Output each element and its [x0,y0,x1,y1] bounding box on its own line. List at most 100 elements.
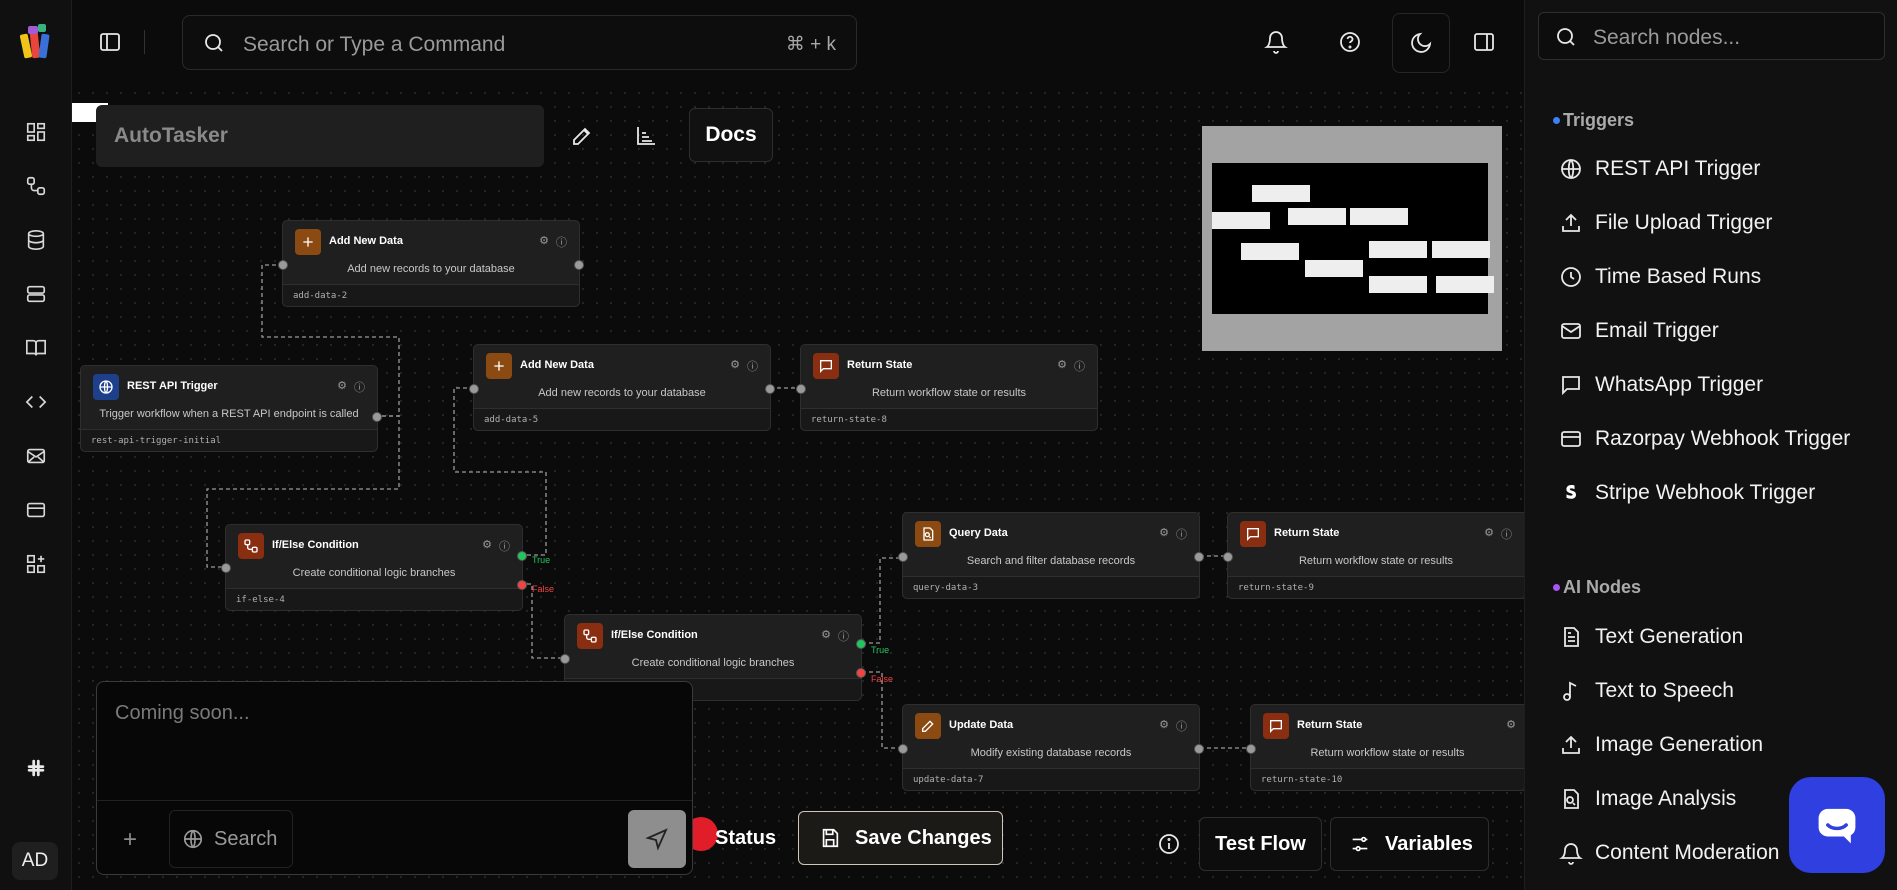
status-label[interactable]: Status [715,827,776,850]
input-port[interactable] [278,260,288,270]
panel-item-stripe-webhook-trigger[interactable]: Stripe Webhook Trigger [1559,476,1879,510]
gear-icon[interactable]: ⚙ [1057,358,1067,371]
gear-icon[interactable]: ⚙ [1484,526,1494,539]
panel-item-razorpay-webhook-trigger[interactable]: Razorpay Webhook Trigger [1559,422,1879,456]
node-id: return-state-8 [801,408,1097,430]
node-add-data-5[interactable]: Add New Data ⚙ ⓘ Add new records to your… [469,344,775,431]
gear-icon[interactable]: ⚙ [1159,718,1169,731]
panel-item-text-to-speech[interactable]: Text to Speech [1559,674,1879,708]
workflow-icon[interactable] [22,172,50,200]
help-icon[interactable]: ⓘ [1176,718,1187,734]
info-icon[interactable] [1156,831,1182,857]
gear-icon[interactable]: ⚙ [730,358,740,371]
help-icon[interactable] [1336,28,1364,56]
globe-icon [93,374,119,400]
mail-icon[interactable] [22,442,50,470]
search-icon [201,30,227,56]
chat-input-placeholder[interactable]: Coming soon... [115,702,250,725]
input-port[interactable] [1223,552,1233,562]
send-button[interactable] [628,810,686,868]
true-port[interactable] [856,639,866,649]
theme-toggle-moon-icon[interactable] [1392,13,1450,73]
panel-item-time-based-runs[interactable]: Time Based Runs [1559,260,1879,294]
divider [144,30,145,54]
input-port[interactable] [469,384,479,394]
panel-item-text-generation[interactable]: Text Generation [1559,620,1879,654]
database-icon[interactable] [22,226,50,254]
card-icon[interactable] [22,496,50,524]
input-port[interactable] [898,552,908,562]
false-port[interactable] [517,580,527,590]
dashboard-icon[interactable] [22,118,50,146]
help-icon[interactable]: ⓘ [499,538,510,554]
avatar[interactable]: AD [12,842,58,880]
input-port[interactable] [898,744,908,754]
output-port[interactable] [574,260,584,270]
help-icon[interactable]: ⓘ [1176,526,1187,542]
input-port[interactable] [560,654,570,664]
gear-icon[interactable]: ⚙ [1159,526,1169,539]
node-rest-api-trigger[interactable]: REST API Trigger ⚙ ⓘ Trigger workflow wh… [80,365,382,452]
query-icon [915,521,941,547]
workflow-name-input[interactable]: AutoTasker [96,105,544,167]
help-icon[interactable]: ⓘ [838,628,849,644]
panel-item-whatsapp-trigger[interactable]: WhatsApp Trigger [1559,368,1879,402]
input-port[interactable] [221,563,231,573]
node-return-state-8[interactable]: Return State ⚙ ⓘ Return workflow state o… [796,344,1098,431]
edit-pencil-icon[interactable] [568,122,596,150]
chat-box[interactable]: Coming soon... + Search [96,681,693,875]
search-toggle-button[interactable]: Search [169,810,293,868]
true-port[interactable] [517,551,527,561]
server-icon[interactable] [22,280,50,308]
code-icon[interactable] [22,388,50,416]
gear-icon[interactable]: ⚙ [1506,718,1516,731]
gear-icon[interactable]: ⚙ [821,628,831,641]
gear-icon[interactable]: ⚙ [482,538,492,551]
output-port[interactable] [765,384,775,394]
output-port[interactable] [1194,552,1204,562]
panel-item-image-generation[interactable]: Image Generation [1559,728,1879,762]
save-changes-button[interactable]: Save Changes [798,811,1003,865]
gear-icon[interactable]: ⚙ [539,234,549,247]
add-plus-icon[interactable]: + [123,826,137,854]
false-port[interactable] [856,668,866,678]
input-port[interactable] [796,384,806,394]
slack-icon[interactable] [22,754,50,782]
input-port[interactable] [1246,744,1256,754]
panel-item-rest-api-trigger[interactable]: REST API Trigger [1559,152,1879,186]
help-icon[interactable]: ⓘ [747,358,758,374]
panel-toggle-icon[interactable] [1470,28,1498,56]
node-add-data-2[interactable]: Add New Data ⚙ ⓘ Add new records to your… [278,220,584,307]
node-return-state-10[interactable]: Return State ⚙ Return workflow state or … [1246,704,1524,791]
node-update-data-7[interactable]: Update Data ⚙ ⓘ Modify existing database… [898,704,1204,791]
help-icon[interactable]: ⓘ [556,234,567,250]
help-icon[interactable]: ⓘ [354,379,365,395]
gear-icon[interactable]: ⚙ [337,379,347,392]
book-icon[interactable] [22,334,50,362]
help-icon[interactable]: ⓘ [1074,358,1085,374]
workflow-canvas[interactable]: AutoTasker Docs Add New Data ⚙ ⓘ Add new… [72,86,1524,890]
bell-icon[interactable] [1262,28,1290,56]
node-search-input[interactable]: Search nodes... [1538,12,1885,60]
node-id: query-data-3 [903,576,1199,598]
integrations-icon[interactable] [22,550,50,578]
output-port[interactable] [372,412,382,422]
chat-support-button[interactable] [1789,777,1885,873]
panel-item-file-upload-trigger[interactable]: File Upload Trigger [1559,206,1879,240]
sidebar-toggle-icon[interactable] [96,28,124,56]
docs-button[interactable]: Docs [689,108,773,162]
test-flow-button[interactable]: Test Flow [1199,817,1322,871]
app-logo[interactable] [18,22,54,62]
chart-icon[interactable] [632,122,660,150]
node-return-state-9[interactable]: Return State ⚙ ⓘ Return workflow state o… [1223,512,1524,599]
variables-button[interactable]: Variables [1330,817,1489,871]
save-icon [822,828,839,848]
minimap[interactable] [1202,126,1502,351]
node-if-else-4[interactable]: If/Else Condition ⚙ ⓘ Create conditional… [221,524,554,611]
node-query-data-3[interactable]: Query Data ⚙ ⓘ Search and filter databas… [898,512,1204,599]
node-description: Add new records to your database [538,387,706,399]
help-icon[interactable]: ⓘ [1501,526,1512,542]
panel-item-email-trigger[interactable]: Email Trigger [1559,314,1879,348]
command-search[interactable]: Search or Type a Command ⌘ + k [182,15,857,70]
output-port[interactable] [1194,744,1204,754]
